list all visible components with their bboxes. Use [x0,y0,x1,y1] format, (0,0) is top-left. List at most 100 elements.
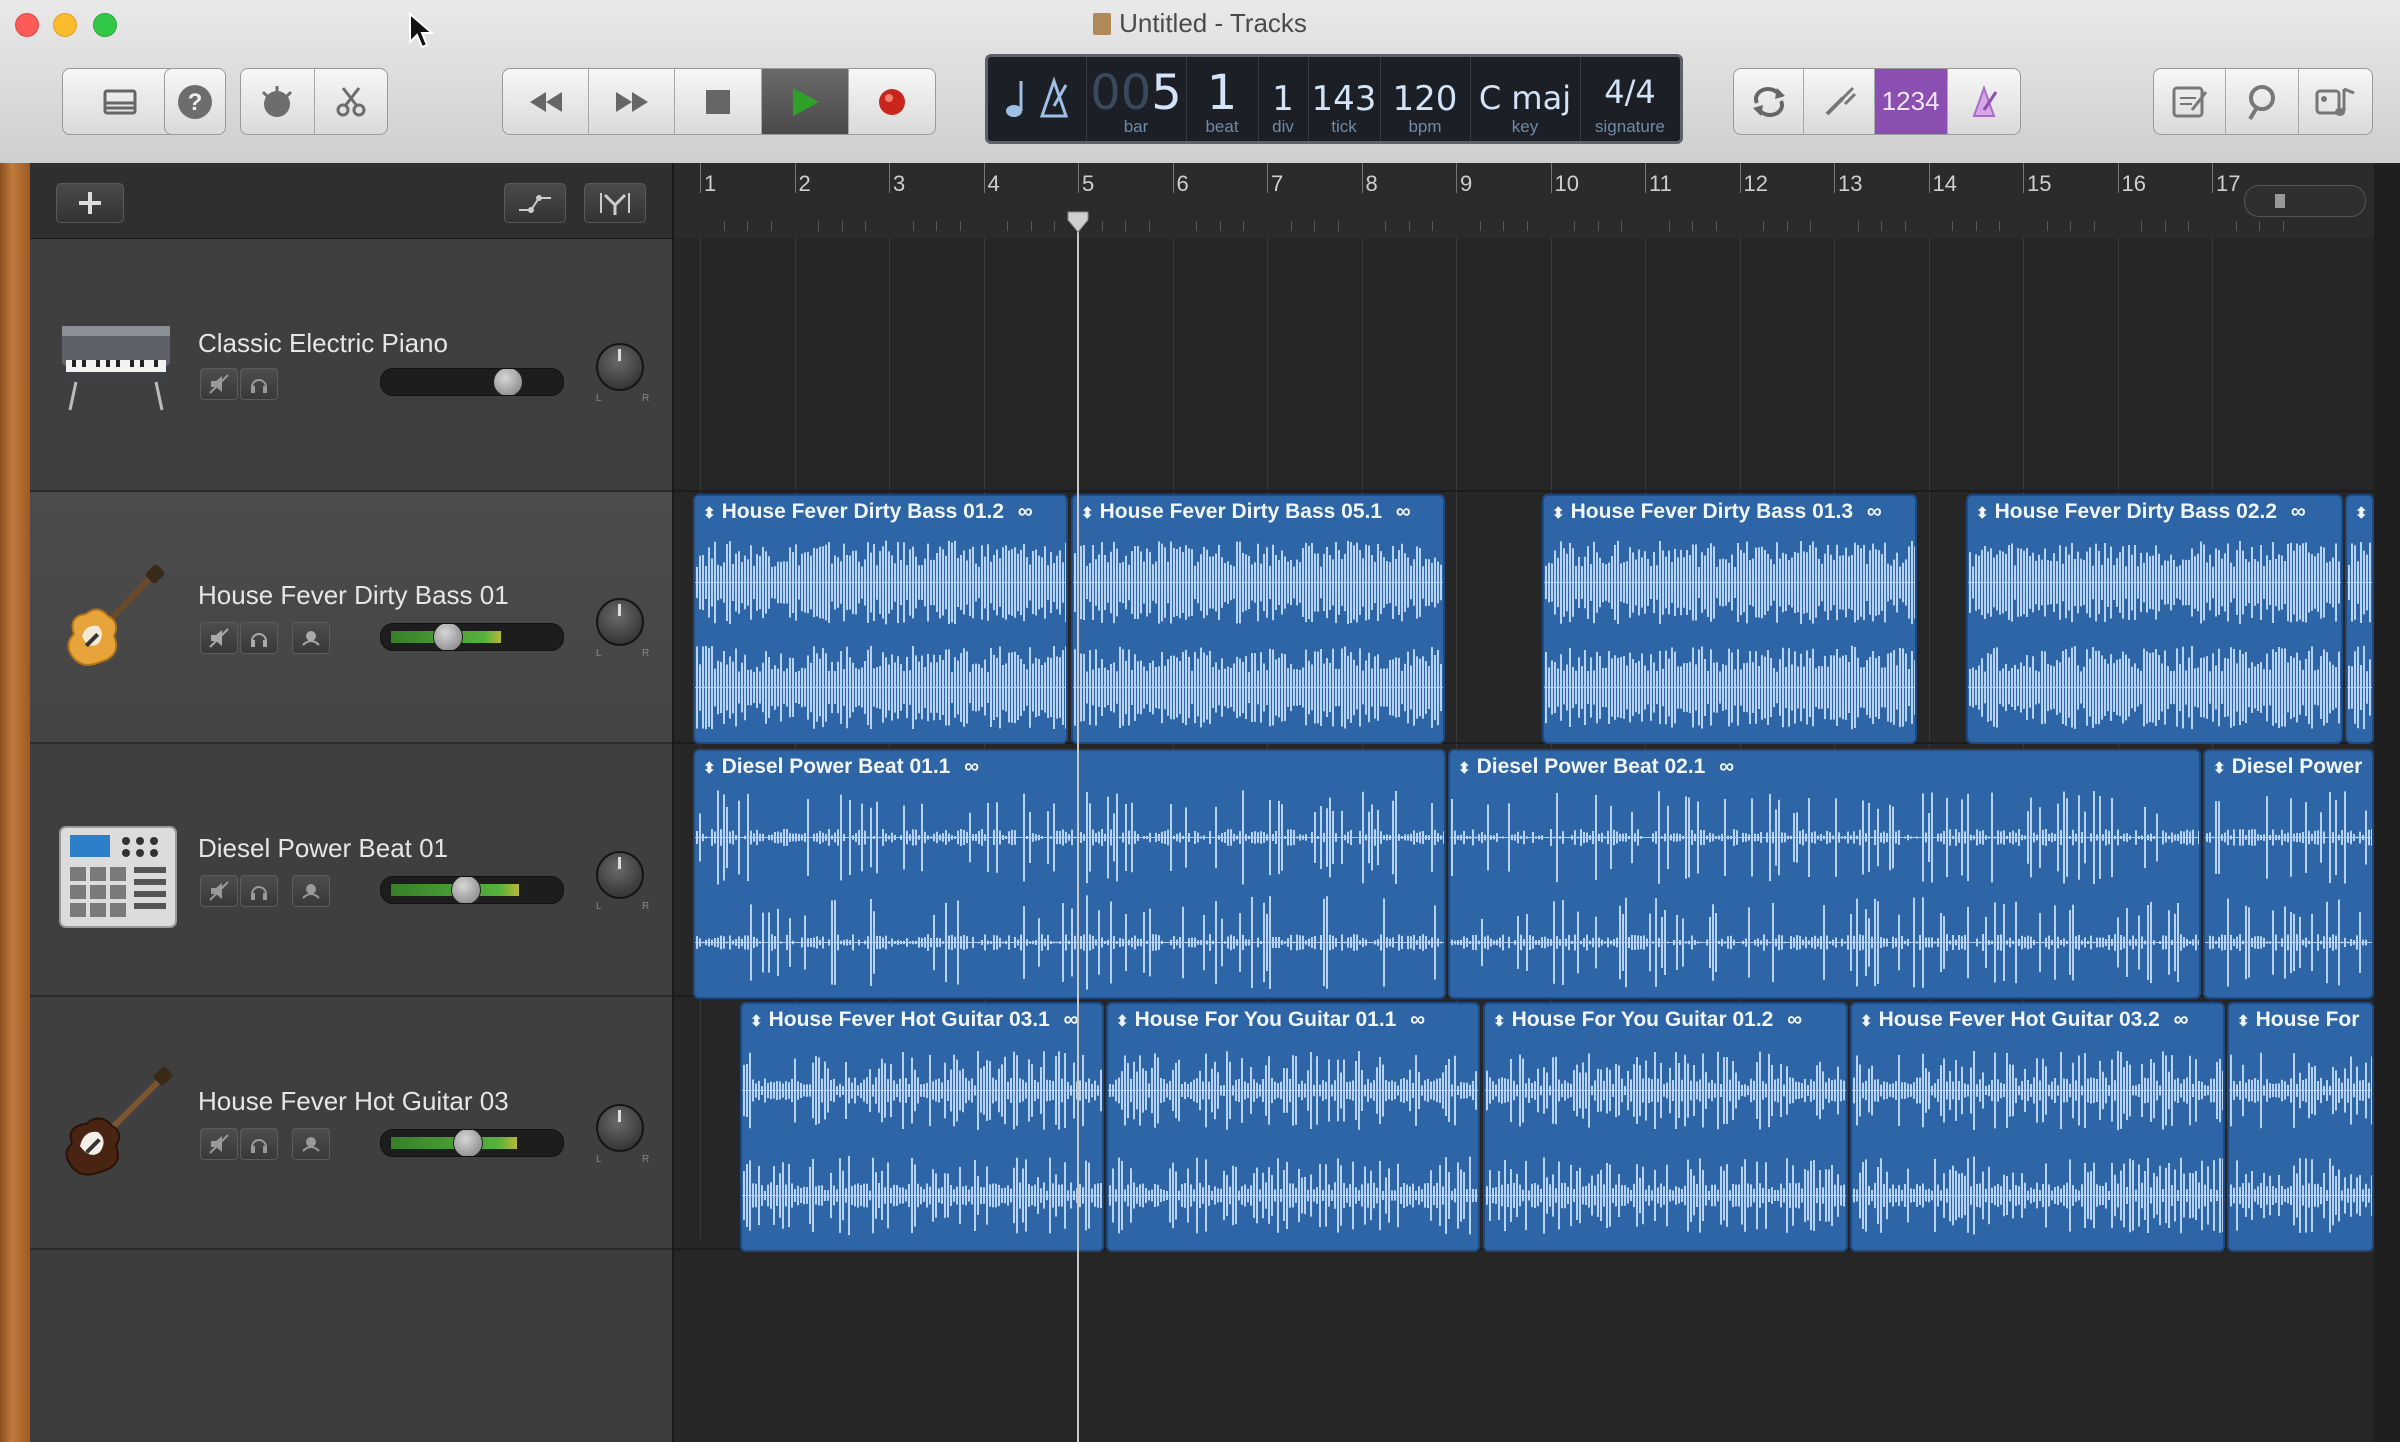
region-title[interactable]: ⬍ House Fever Dirty Bass 01.3 ∞ [1552,500,1909,524]
audio-region[interactable]: ⬍ House Fever Dirty Bass 02.2 ∞ [1966,494,2343,744]
drum-machine-icon [59,826,177,928]
lcd-mode-cell[interactable] [988,57,1087,141]
ruler[interactable]: 1 2 3 4 5 6 7 8 9 10 11 12 13 14 15 16 17 [674,163,2374,239]
audio-region[interactable]: ⬍ House Fever Dirty Bass 05.1 ∞ [1071,494,1445,744]
audio-region[interactable]: ⬍ House For You Guitar 01.1 ∞ [1106,1002,1480,1252]
quick-help-button[interactable]: ? [165,69,225,134]
volume-knob[interactable] [433,624,463,650]
library-button[interactable] [63,69,177,134]
region-label: House For You Guitar 01.2 [1511,1008,1774,1031]
ruler-bar-line [794,163,796,193]
stop-button[interactable] [675,69,762,134]
playhead[interactable] [1077,215,1079,1442]
volume-slider[interactable] [380,1129,564,1157]
metronome-button[interactable] [1948,69,2020,134]
zoom-slider-thumb[interactable] [2275,194,2285,208]
electric-guitar-icon [65,1066,173,1176]
notepad-button[interactable] [2154,69,2227,134]
volume-slider[interactable] [380,623,564,651]
cycle-button[interactable] [1734,69,1805,134]
pan-knob[interactable] [596,343,644,391]
vertical-scrollbar[interactable] [2374,163,2400,1442]
record-button[interactable] [849,69,935,134]
automation-button[interactable] [504,183,566,223]
mute-button[interactable] [200,1128,238,1160]
ruler-beat-tick [1574,221,1576,231]
audio-region[interactable]: ⬍ House Fever Dirty Bass 01.2 ∞ [693,494,1068,744]
add-track-button[interactable] [56,183,124,223]
track-header-selected[interactable]: House Fever Dirty Bass 01 L R [30,492,672,744]
audio-region[interactable]: ⬍ Diesel Power Beat 01.1 ∞ [693,749,1446,999]
audio-region[interactable]: ⬍ House Fever Dirty Bass 01.3 ∞ [1542,494,1917,744]
region-title[interactable]: ⬍ House For [2237,1008,2366,1032]
region-title[interactable]: ⬍ House For You Guitar 01.2 ∞ [1493,1008,1840,1032]
editors-button[interactable] [315,69,388,134]
region-title[interactable]: ⬍ House Fever Dirty Bass 01.2 ∞ [703,500,1060,524]
region-title[interactable]: ⬍ House Fever Hot Guitar 03.2 ∞ [1860,1008,2217,1032]
solo-button[interactable] [240,1128,278,1160]
volume-knob[interactable] [453,1130,483,1156]
region-title[interactable]: ⬍ Diesel Power Beat 02.1 ∞ [1458,755,2193,779]
flex-button[interactable] [584,183,646,223]
track-header[interactable]: House Fever Hot Guitar 03 L R [30,998,672,1250]
ruler-beat-tick [1786,221,1788,231]
region-title[interactable]: ⬍ [2355,500,2366,524]
volume-knob[interactable] [493,369,523,395]
track-name[interactable]: House Fever Dirty Bass 01 [198,580,509,611]
region-title[interactable]: ⬍ House Fever Hot Guitar 03.1 ∞ [750,1008,1096,1032]
media-browser-button[interactable] [2299,69,2372,134]
play-button[interactable] [761,69,849,134]
track-lane-electric-piano[interactable] [674,240,2374,492]
track-header[interactable]: Classic Electric Piano L R [30,240,672,492]
track-name[interactable]: House Fever Hot Guitar 03 [198,1086,509,1117]
pan-knob[interactable] [596,1104,644,1152]
track-name[interactable]: Classic Electric Piano [198,328,448,359]
volume-knob[interactable] [451,877,481,903]
zoom-slider[interactable] [2244,185,2366,217]
region-title[interactable]: ⬍ House Fever Dirty Bass 05.1 ∞ [1081,500,1437,524]
ruler-bar-line [983,163,985,193]
solo-button[interactable] [240,368,278,400]
ruler-beat-tick [2046,221,2048,231]
audio-region[interactable]: ⬍ House For [2227,1002,2374,1252]
rewind-button[interactable] [503,69,590,134]
track-header[interactable]: Diesel Power Beat 01 L R [30,745,672,997]
mute-button[interactable] [200,368,238,400]
ruler-beat-tick [2188,221,2190,231]
lcd-tempo[interactable]: 120 bpm [1380,57,1471,141]
loop-browser-button[interactable] [2226,69,2299,134]
record-enable-button[interactable] [292,875,330,907]
pan-knob[interactable] [596,598,644,646]
record-enable-button[interactable] [292,622,330,654]
audio-region[interactable]: ⬍ Diesel Power Beat 02.1 ∞ [1448,749,2201,999]
count-in-button[interactable]: 1234 [1874,69,1948,134]
region-title[interactable]: ⬍ Diesel Power [2213,755,2366,779]
pan-knob[interactable] [596,851,644,899]
tuner-button[interactable] [1804,69,1875,134]
volume-slider[interactable] [380,876,564,904]
lcd-key[interactable]: C maj key [1470,57,1581,141]
region-title[interactable]: ⬍ House Fever Dirty Bass 02.2 ∞ [1976,500,2335,524]
volume-slider[interactable] [380,368,564,396]
track-name[interactable]: Diesel Power Beat 01 [198,833,448,864]
smart-controls-button[interactable] [241,69,315,134]
audio-region[interactable]: ⬍ Diesel Power [2203,749,2374,999]
region-title[interactable]: ⬍ House For You Guitar 01.1 ∞ [1116,1008,1472,1032]
audio-region[interactable]: ⬍ House For You Guitar 01.2 ∞ [1483,1002,1848,1252]
solo-button[interactable] [240,875,278,907]
audio-region[interactable]: ⬍ House Fever Hot Guitar 03.1 ∞ [740,1002,1104,1252]
tracks-area[interactable]: ⬍ House Fever Dirty Bass 01.2 ∞ ⬍ House Fev… [674,238,2374,1442]
solo-button[interactable] [240,622,278,654]
record-enable-button[interactable] [292,1128,330,1160]
mute-button[interactable] [200,875,238,907]
lcd-signature[interactable]: 4/4 signature [1580,57,1680,141]
region-title[interactable]: ⬍ Diesel Power Beat 01.1 ∞ [703,755,1438,779]
ruler-bar-line [2023,163,2024,193]
ruler-beat-tick [2070,221,2072,231]
lcd-display[interactable]: 005 bar 1 beat 1 div 143 tick 120 bpm C … [985,54,1683,144]
audio-region[interactable]: ⬍ [2345,494,2374,744]
fast-forward-button[interactable] [589,69,676,134]
mute-button[interactable] [200,622,238,654]
audio-region[interactable]: ⬍ House Fever Hot Guitar 03.2 ∞ [1850,1002,2225,1252]
playhead-handle-icon[interactable] [1066,210,1090,234]
